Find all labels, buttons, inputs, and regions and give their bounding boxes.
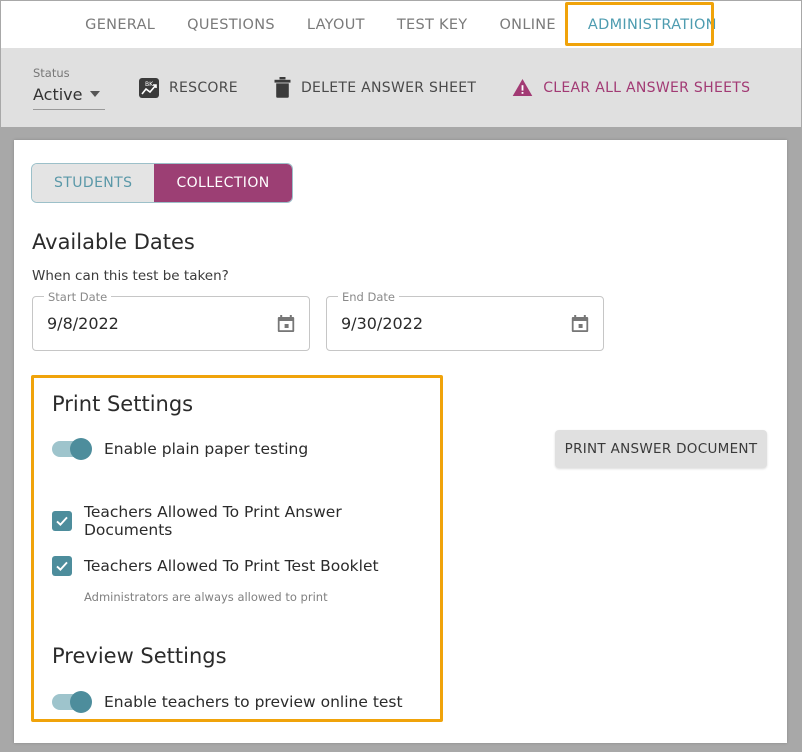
start-date-field[interactable]: Start Date 9/8/2022 bbox=[32, 290, 310, 351]
view-segmented-control: STUDENTS COLLECTION bbox=[32, 164, 292, 202]
delete-answer-sheet-label: DELETE ANSWER SHEET bbox=[300, 79, 477, 96]
date-fields-row: Start Date 9/8/2022 End Date 9/30/2022 bbox=[32, 290, 604, 351]
tab-layout[interactable]: LAYOUT bbox=[291, 3, 381, 46]
status-value: Active bbox=[33, 84, 83, 104]
plain-paper-toggle[interactable] bbox=[52, 438, 92, 460]
start-date-label: Start Date bbox=[44, 290, 112, 304]
print-answer-docs-checkbox[interactable] bbox=[52, 511, 72, 531]
available-dates-section: Available Dates When can this test be ta… bbox=[32, 230, 604, 351]
toggle-knob bbox=[70, 691, 92, 713]
warning-icon bbox=[512, 78, 533, 97]
start-date-value: 9/8/2022 bbox=[47, 314, 119, 333]
calendar-icon[interactable] bbox=[277, 314, 295, 333]
preview-online-test-toggle[interactable] bbox=[52, 691, 92, 713]
end-date-field[interactable]: End Date 9/30/2022 bbox=[326, 290, 604, 351]
print-test-booklet-row[interactable]: Teachers Allowed To Print Test Booklet bbox=[52, 556, 422, 576]
check-icon bbox=[56, 516, 68, 526]
tab-online[interactable]: ONLINE bbox=[483, 3, 571, 46]
print-settings-helper-text: Administrators are always allowed to pri… bbox=[84, 590, 328, 604]
chevron-down-icon bbox=[89, 91, 100, 97]
print-settings-heading: Print Settings bbox=[52, 392, 194, 416]
plain-paper-toggle-row[interactable]: Enable plain paper testing bbox=[52, 438, 422, 460]
plain-paper-toggle-label: Enable plain paper testing bbox=[104, 440, 309, 458]
available-dates-subtitle: When can this test be taken? bbox=[32, 268, 229, 284]
preview-settings-heading: Preview Settings bbox=[52, 644, 227, 668]
status-value-row[interactable]: Active bbox=[33, 85, 105, 110]
preview-toggle-label: Enable teachers to preview online test bbox=[104, 693, 403, 711]
status-label: Status bbox=[33, 65, 70, 80]
available-dates-heading: Available Dates bbox=[32, 230, 195, 254]
trash-icon bbox=[274, 77, 291, 98]
preview-toggle-row[interactable]: Enable teachers to preview online test bbox=[52, 691, 422, 713]
end-date-label: End Date bbox=[338, 290, 399, 304]
rescore-icon: BK bbox=[139, 77, 159, 98]
rescore-button[interactable]: BK RESCORE bbox=[137, 74, 240, 102]
status-dropdown[interactable]: Status Active bbox=[33, 66, 105, 110]
delete-answer-sheet-button[interactable]: DELETE ANSWER SHEET bbox=[272, 73, 478, 102]
tab-questions[interactable]: QUESTIONS bbox=[171, 3, 291, 46]
print-test-booklet-checkbox[interactable] bbox=[52, 556, 72, 576]
tab-administration[interactable]: ADMINISTRATION bbox=[572, 3, 733, 46]
calendar-icon[interactable] bbox=[571, 314, 589, 333]
svg-text:BK: BK bbox=[145, 81, 154, 88]
print-answer-document-button[interactable]: PRINT ANSWER DOCUMENT bbox=[555, 430, 767, 468]
check-icon bbox=[56, 561, 68, 571]
segment-collection[interactable]: COLLECTION bbox=[154, 164, 292, 202]
main-tab-bar: GENERAL QUESTIONS LAYOUT TEST KEY ONLINE… bbox=[1, 1, 801, 48]
end-date-value: 9/30/2022 bbox=[341, 314, 424, 333]
clear-all-answer-sheets-button[interactable]: CLEAR ALL ANSWER SHEETS bbox=[510, 74, 752, 101]
app-screen: GENERAL QUESTIONS LAYOUT TEST KEY ONLINE… bbox=[0, 0, 802, 752]
settings-highlight-panel: Print Settings Enable plain paper testin… bbox=[31, 375, 443, 722]
print-answer-docs-label: Teachers Allowed To Print Answer Documen… bbox=[84, 503, 342, 539]
tab-general[interactable]: GENERAL bbox=[69, 3, 171, 46]
toggle-knob bbox=[70, 438, 92, 460]
admin-toolbar: Status Active BK RESCORE DELETE ANSWER S… bbox=[1, 48, 801, 127]
clear-all-answer-sheets-label: CLEAR ALL ANSWER SHEETS bbox=[543, 79, 751, 96]
rescore-label: RESCORE bbox=[169, 79, 238, 96]
segment-students[interactable]: STUDENTS bbox=[32, 164, 155, 202]
content-card: STUDENTS COLLECTION Available Dates When… bbox=[14, 140, 787, 743]
print-test-booklet-label: Teachers Allowed To Print Test Booklet bbox=[84, 557, 379, 575]
tab-test-key[interactable]: TEST KEY bbox=[381, 3, 484, 46]
print-answer-docs-row[interactable]: Teachers Allowed To Print Answer Documen… bbox=[52, 503, 422, 539]
